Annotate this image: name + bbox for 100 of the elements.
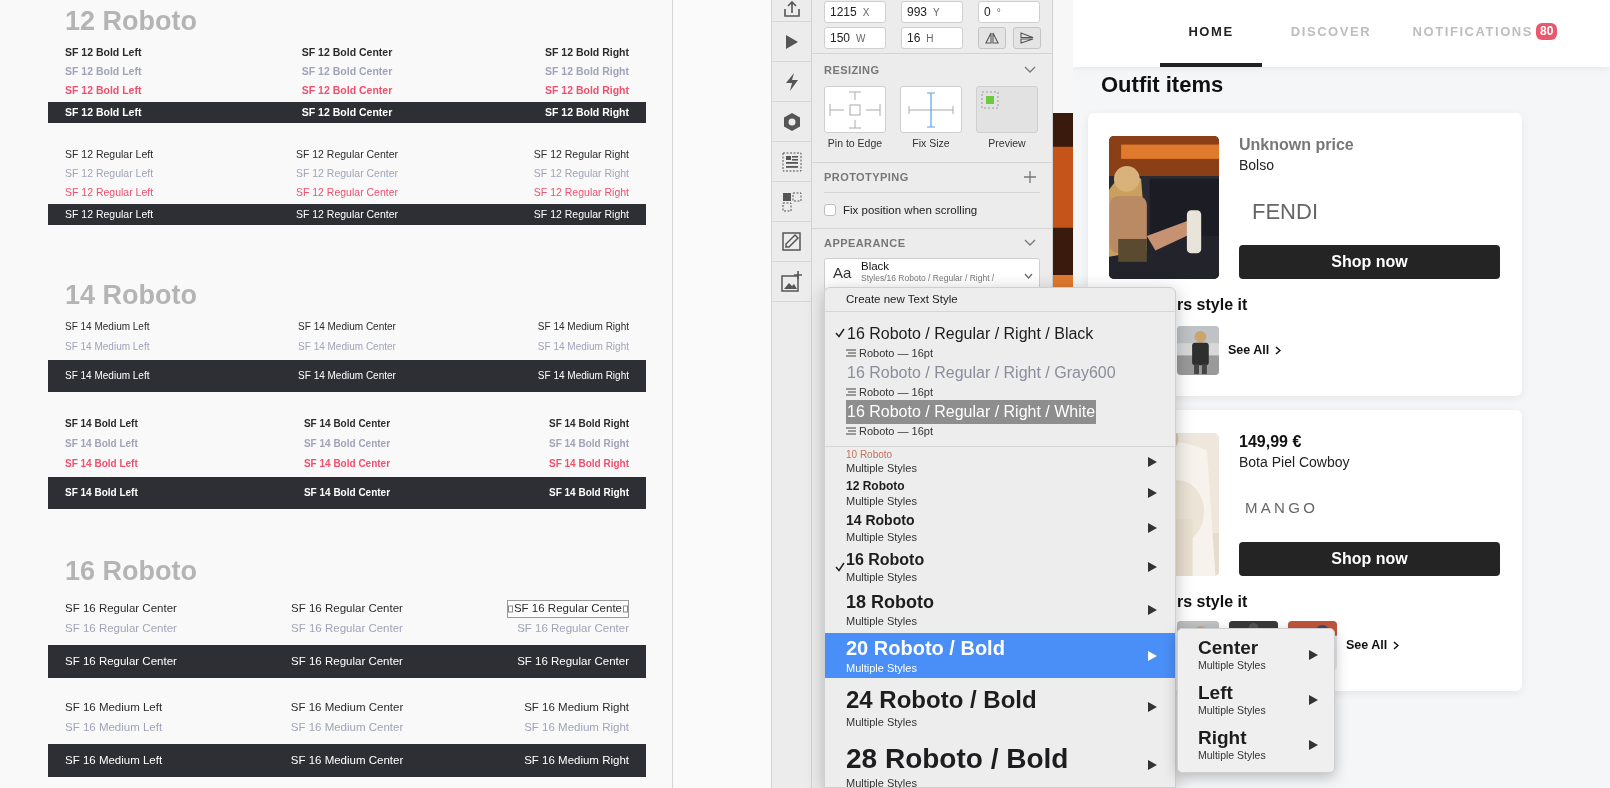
sample-text: SF 16 Medium Right [524,722,629,734]
submenu-arrow-icon [1148,650,1157,661]
submenu-arrow-icon [1148,760,1157,770]
chevron-right-icon [1393,641,1400,650]
chevron-down-icon[interactable] [1024,238,1036,247]
sample-text: SF 16 Regular Cente [513,603,622,615]
menu-item[interactable]: 16 Roboto / Regular / Right / White Roboto — 16pt [825,400,1175,439]
sample-text: SF 12 Bold Right [545,85,629,96]
section-heading: 12 Roboto [64,5,197,38]
submenu-arrow-icon [1148,701,1157,712]
sample-text: SF 16 Medium Center [290,754,404,767]
selection-handle[interactable] [507,605,513,613]
section-heading: rs style it [1177,296,1248,314]
sample-text: SF 14 Medium Center [298,342,396,352]
edit-icon[interactable] [781,231,802,252]
add-image-icon[interactable] [780,271,803,292]
sample-text: SF 14 Bold Center [303,439,391,449]
submenu-arrow-icon [1309,739,1318,750]
number-field[interactable]: 16 H [901,27,963,49]
export-icon[interactable] [781,1,802,17]
sample-text: SF 16 Regular Center [65,655,177,668]
sample-text: SF 14 Bold Right [549,488,629,498]
text-lines-icon [846,388,856,396]
sample-text: SF 12 Regular Left [65,187,154,198]
sample-text: SF 16 Medium Center [290,722,404,734]
section-title: APPEARANCE [824,235,906,251]
sample-text: SF 12 Bold Left [65,66,142,77]
brand-logo: MANGO [1244,497,1319,518]
sample-text: SF 14 Bold Left [65,419,138,429]
sample-text: SF 14 Bold Right [549,459,629,469]
sample-text: SF 12 Bold Left [65,47,142,58]
pin-to-edge-icon [829,90,881,129]
sample-text: SF 12 Regular Center [295,187,399,198]
brand-logo: FENDI [1251,197,1318,226]
sample-text: SF 16 Regular Center [291,603,403,615]
hexagon-icon[interactable] [781,111,802,132]
sample-text: SF 14 Medium Left [65,342,150,352]
price-label: Unknown price [1239,136,1355,154]
number-field[interactable]: 1215 X [824,1,886,23]
count-badge: 80 [1536,23,1558,40]
sample-text: SF 16 Medium Right [524,702,629,714]
see-all-link[interactable]: See All [1228,341,1282,360]
sample-text: SF 16 Medium Center [290,702,404,714]
submenu-arrow-icon [1148,561,1157,572]
menu-item[interactable]: 10 Roboto Multiple Styles [825,447,1175,477]
number-field[interactable]: 993 Y [901,1,963,23]
chevron-right-icon [1275,346,1282,355]
shop-now-button[interactable]: Shop now [1239,245,1500,279]
fix-size-icon [905,90,957,129]
number-field[interactable]: 0 ° [978,1,1040,23]
plus-icon[interactable] [1024,171,1036,184]
option-label: Preview [988,136,1026,151]
grid-icon[interactable] [781,191,802,212]
flip-vertical-button[interactable] [1013,27,1041,49]
sample-text: SF 12 Bold Left [65,107,142,118]
menu-item[interactable]: 16 Roboto / Regular / Right / Gray600 Roboto — 16pt [825,361,1175,400]
menu-item[interactable]: Create new Text Style [825,288,1175,312]
selection-handle[interactable] [623,605,628,613]
preview-icon [980,90,1000,110]
submenu-arrow-icon [1148,488,1157,498]
submenu-arrow-icon [1148,604,1157,615]
sample-text: SF 12 Regular Right [533,168,629,179]
submenu-arrow-icon [1148,523,1157,533]
sample-text: SF 14 Medium Right [537,342,629,352]
sample-text: SF 14 Medium Right [537,322,629,332]
menu-item[interactable]: 18 Roboto Multiple Styles [825,586,1175,633]
flip-horizontal-button[interactable] [978,27,1006,49]
nav-tab[interactable]: HOME [1160,0,1262,67]
sample-text: SF 16 Regular Center [291,655,403,668]
sample-text: SF 14 Bold Center [303,488,391,498]
sample-text: SF 12 Regular Right [533,149,629,160]
checkbox[interactable] [824,204,836,217]
sample-text: SF 12 Bold Right [545,47,629,58]
menu-item[interactable]: 14 Roboto Multiple Styles [825,509,1175,547]
sample-text: SF 16 Medium Left [65,722,163,734]
see-all-link[interactable]: See All [1346,636,1400,655]
submenu-arrow-icon [1309,694,1318,705]
menu-item[interactable]: 12 Roboto Multiple Styles [825,477,1175,509]
menu-item[interactable]: Left Multiple Styles [1178,677,1334,722]
menu-item[interactable]: Right Multiple Styles [1178,722,1334,767]
chevron-down-icon[interactable] [1024,66,1036,74]
selection-frame[interactable]: SF 16 Regular Cente [506,600,629,618]
layout-icon[interactable] [781,151,802,172]
shop-now-button[interactable]: Shop now [1239,542,1500,576]
menu-item[interactable]: 16 Roboto Multiple Styles [825,547,1175,586]
product-name: Bota Piel Cowboy [1239,453,1351,471]
submenu-arrow-icon [1148,457,1157,467]
menu-item[interactable]: 16 Roboto / Regular / Right / Black Roboto — 16pt [825,322,1175,361]
number-field[interactable]: 150 W [824,27,886,49]
product-name: Bolso [1239,156,1276,174]
menu-item[interactable]: 24 Roboto / Bold Multiple Styles [825,678,1175,735]
sample-text: SF 12 Bold Center [301,107,393,118]
section-heading: 16 Roboto [64,555,197,588]
sample-text: SF 14 Bold Left [65,439,138,449]
menu-item[interactable]: Center Multiple Styles [1178,632,1334,677]
menu-item[interactable]: 28 Roboto / Bold Multiple Styles [825,735,1175,788]
sample-text: SF 12 Regular Right [533,209,629,220]
sample-text: SF 14 Medium Center [298,322,396,332]
price-label: 149,99 € [1239,433,1303,451]
sample-text: SF 14 Bold Left [65,459,138,469]
